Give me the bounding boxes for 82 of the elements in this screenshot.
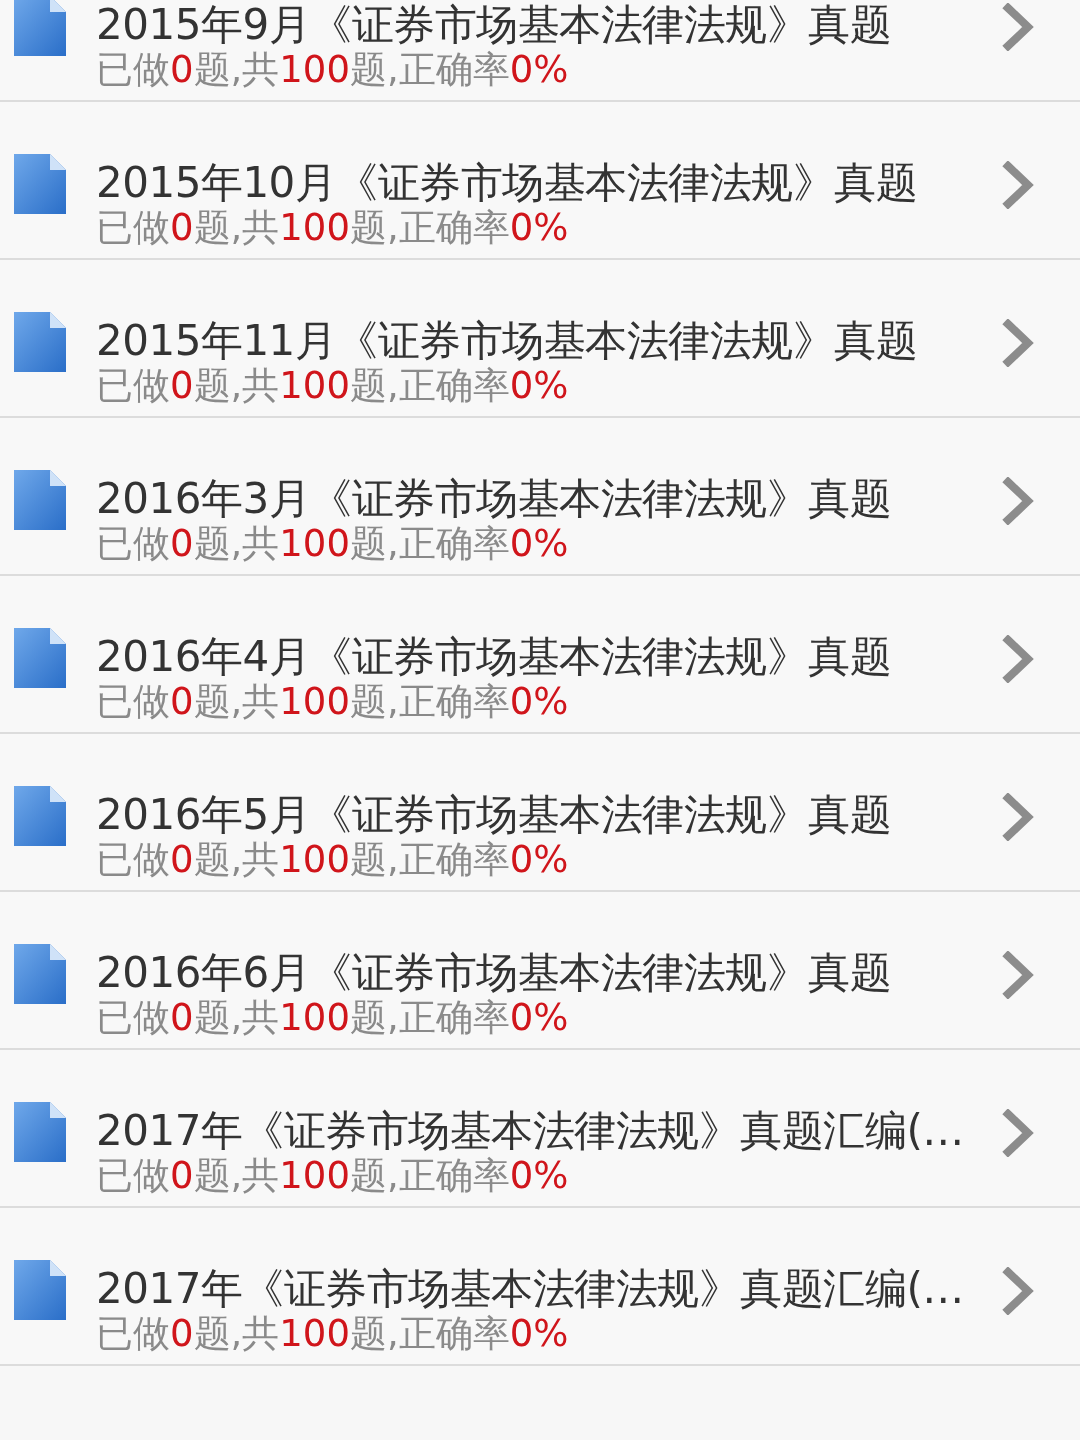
- exam-title: 2016年5月《证券市场基本法律法规》真题: [96, 792, 892, 838]
- exam-title: 2015年11月《证券市场基本法律法规》真题: [96, 318, 918, 364]
- count-text: 0%: [509, 206, 569, 250]
- chevron-icon[interactable]: [1002, 477, 1036, 525]
- document-icon: [12, 784, 68, 848]
- chevron-icon[interactable]: [1002, 793, 1036, 841]
- label-text: 题,共: [193, 1312, 280, 1356]
- exam-title: 2016年4月《证券市场基本法律法规》真题: [96, 634, 892, 680]
- label-text: 题,正确率: [349, 680, 510, 724]
- label-text: 题,正确率: [349, 364, 510, 408]
- label-text: 已做: [96, 522, 170, 566]
- count-text: 100: [279, 1154, 350, 1198]
- document-icon: [12, 152, 68, 216]
- label-text: 题,共: [193, 206, 280, 250]
- document-icon: [12, 626, 68, 690]
- count-text: 100: [279, 680, 350, 724]
- chevron-icon[interactable]: [1002, 1109, 1036, 1157]
- count-text: 100: [279, 1312, 350, 1356]
- exam-title: 2015年9月《证券市场基本法律法规》真题: [96, 2, 892, 48]
- label-text: 已做: [96, 838, 170, 882]
- document-icon: [12, 0, 68, 58]
- chevron-icon[interactable]: [1002, 1267, 1036, 1315]
- exam-title: 2015年10月《证券市场基本法律法规》真题: [96, 160, 918, 206]
- count-text: 0%: [509, 522, 569, 566]
- count-text: 0%: [509, 1312, 569, 1356]
- label-text: 已做: [96, 1154, 170, 1198]
- count-text: 100: [279, 996, 350, 1040]
- chevron-icon[interactable]: [1002, 319, 1036, 367]
- count-text: 0%: [509, 364, 569, 408]
- label-text: 题,正确率: [349, 996, 510, 1040]
- document-icon: [12, 468, 68, 532]
- count-text: 0: [170, 1312, 194, 1356]
- label-text: 已做: [96, 206, 170, 250]
- count-text: 100: [279, 206, 350, 250]
- label-text: 题,共: [193, 1154, 280, 1198]
- label-text: 题,共: [193, 680, 280, 724]
- chevron-icon[interactable]: [1002, 3, 1036, 51]
- exam-title: 2016年3月《证券市场基本法律法规》真题: [96, 476, 892, 522]
- count-text: 100: [279, 522, 350, 566]
- count-text: 0%: [509, 680, 569, 724]
- count-text: 0%: [509, 996, 569, 1040]
- chevron-icon[interactable]: [1002, 951, 1036, 999]
- label-text: 已做: [96, 48, 170, 92]
- label-text: 题,正确率: [349, 838, 510, 882]
- count-text: 0%: [509, 838, 569, 882]
- label-text: 已做: [96, 680, 170, 724]
- chevron-icon[interactable]: [1002, 161, 1036, 209]
- count-text: 100: [279, 48, 350, 92]
- label-text: 题,正确率: [349, 522, 510, 566]
- label-text: 题,正确率: [349, 1312, 510, 1356]
- label-text: 题,共: [193, 48, 280, 92]
- document-icon: [12, 1258, 68, 1322]
- document-icon: [12, 310, 68, 374]
- document-icon: [12, 1100, 68, 1164]
- count-text: 0%: [509, 48, 569, 92]
- count-text: 0: [170, 206, 194, 250]
- label-text: 已做: [96, 364, 170, 408]
- chevron-icon[interactable]: [1002, 635, 1036, 683]
- label-text: 题,共: [193, 996, 280, 1040]
- count-text: 100: [279, 364, 350, 408]
- count-text: 0: [170, 838, 194, 882]
- count-text: 0: [170, 522, 194, 566]
- exam-title: 2017年《证券市场基本法律法规》真题汇编(…: [96, 1108, 964, 1154]
- label-text: 题,共: [193, 522, 280, 566]
- count-text: 0: [170, 680, 194, 724]
- label-text: 题,正确率: [349, 1154, 510, 1198]
- document-icon: [12, 942, 68, 1006]
- label-text: 题,正确率: [349, 206, 510, 250]
- count-text: 0: [170, 1154, 194, 1198]
- count-text: 100: [279, 838, 350, 882]
- label-text: 已做: [96, 996, 170, 1040]
- label-text: 已做: [96, 1312, 170, 1356]
- label-text: 题,正确率: [349, 48, 510, 92]
- count-text: 0: [170, 364, 194, 408]
- list-row[interactable]: 2015年9月《证券市场基本法律法规》真题 已做0题,共100题,正确率0%: [0, 0, 1080, 102]
- label-text: 题,共: [193, 838, 280, 882]
- count-text: 0%: [509, 1154, 569, 1198]
- exam-title: 2017年《证券市场基本法律法规》真题汇编(…: [96, 1266, 964, 1312]
- label-text: 题,共: [193, 364, 280, 408]
- count-text: 0: [170, 996, 194, 1040]
- count-text: 0: [170, 48, 194, 92]
- exam-title: 2016年6月《证券市场基本法律法规》真题: [96, 950, 892, 996]
